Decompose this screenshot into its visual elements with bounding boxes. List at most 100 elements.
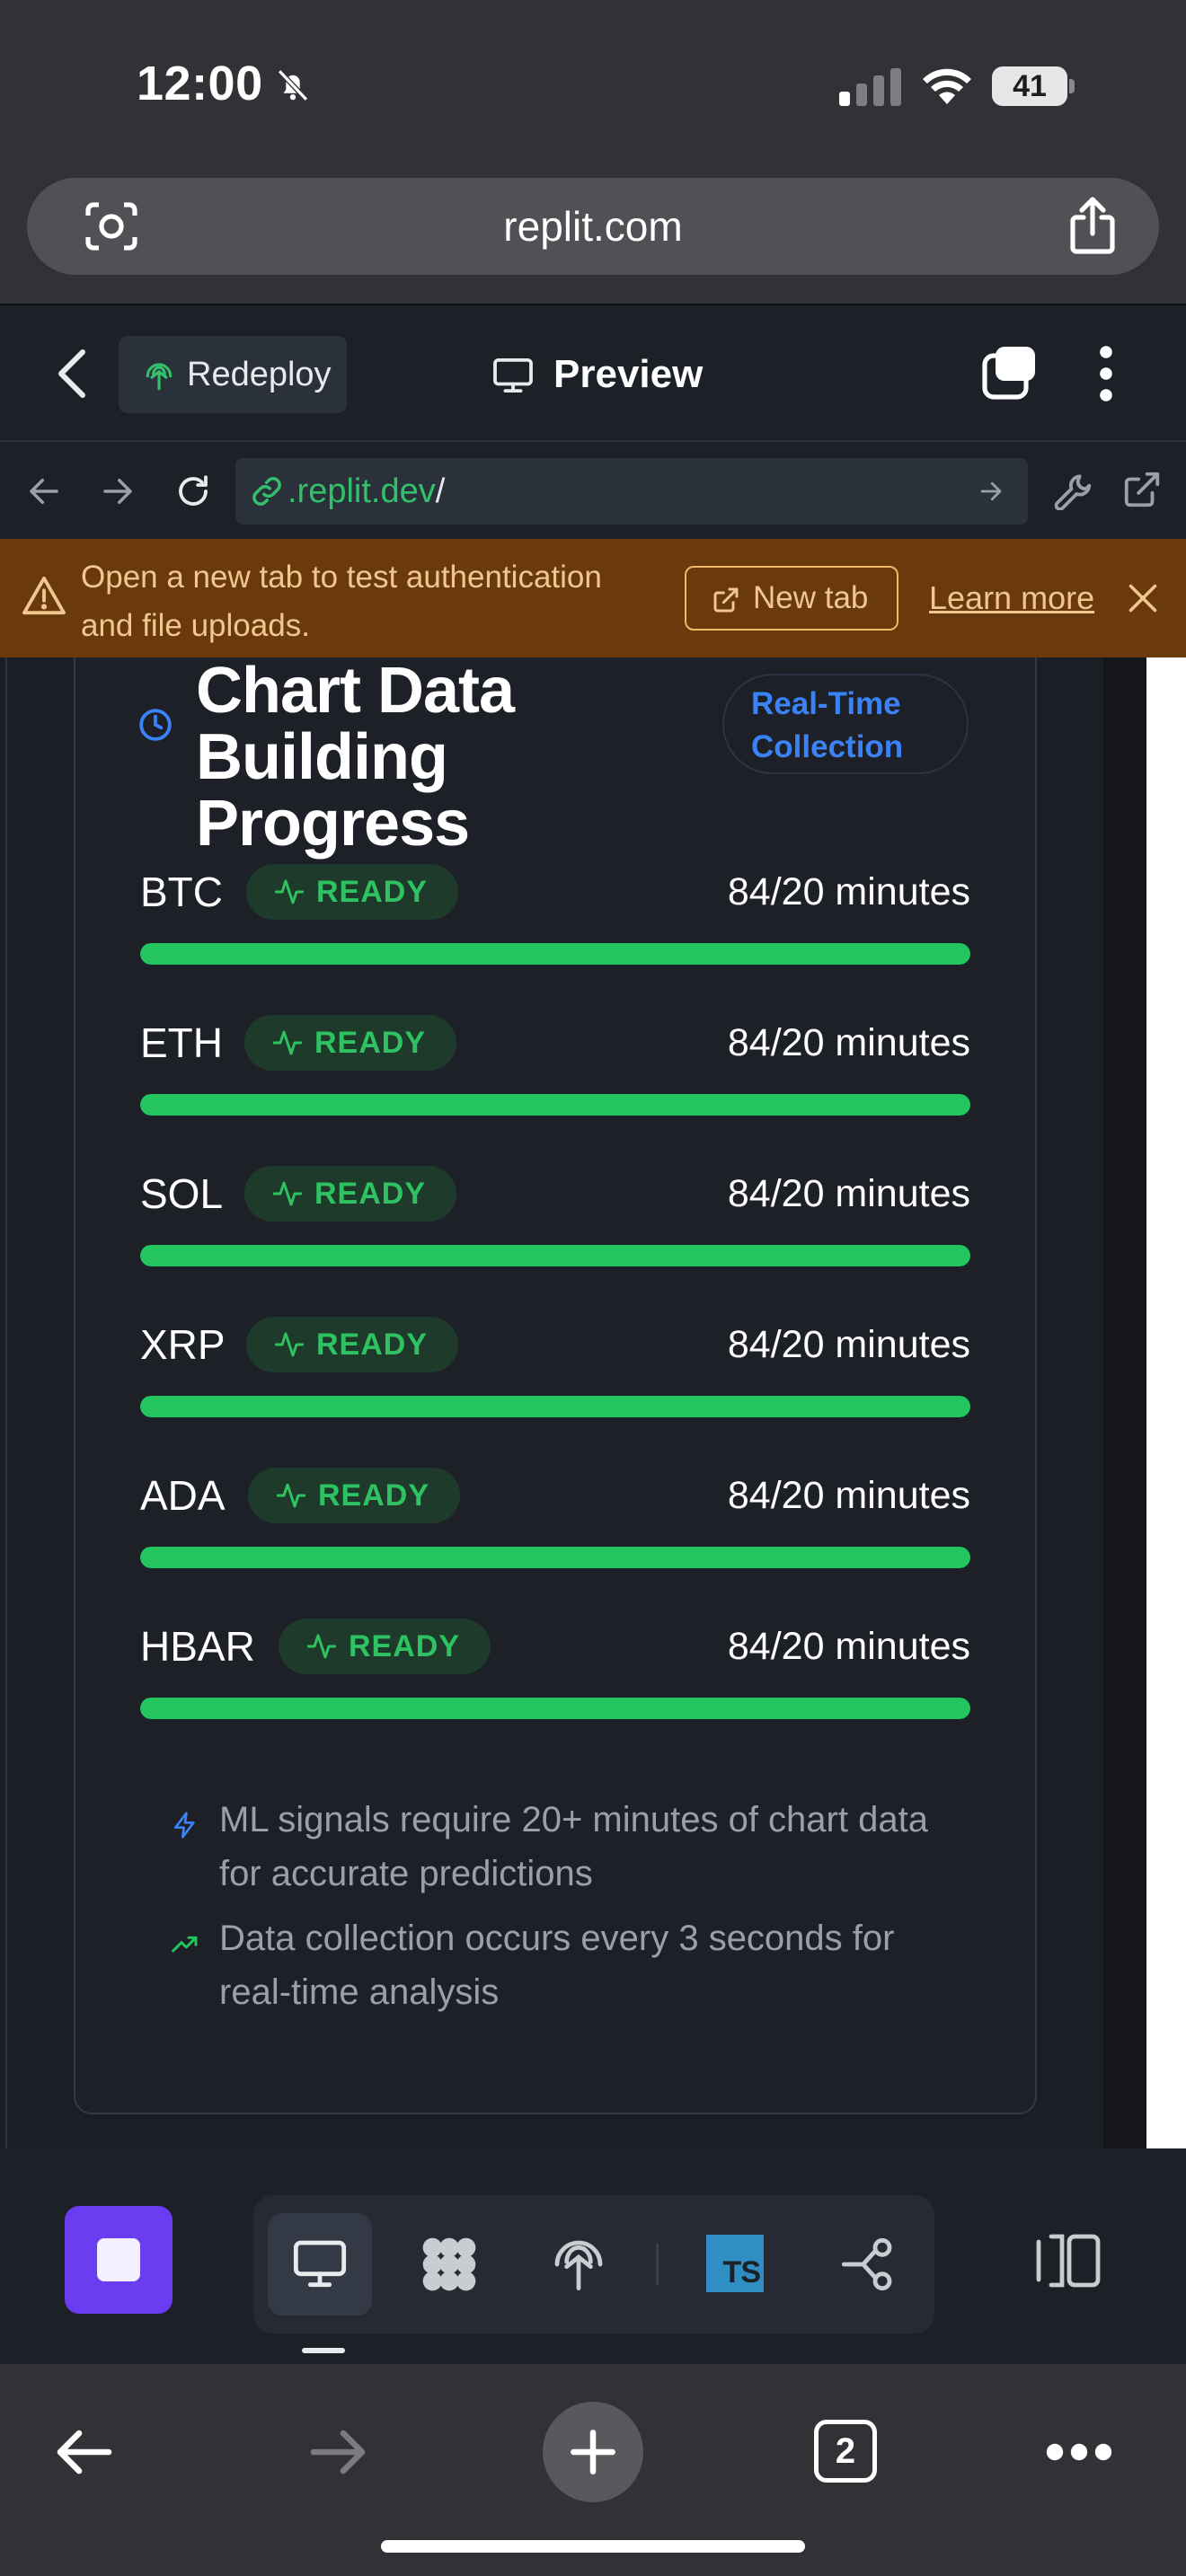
external-link-icon[interactable] [1121,469,1163,510]
ios-status-area: 12:00 41 replit.com [0,0,1186,304]
bell-slash-icon [277,69,309,101]
webview-url-field[interactable]: .replit.dev/ [235,458,1028,525]
learn-more-link[interactable]: Learn more [929,566,1094,631]
coin-row-btc: BTC READY 84/20 minutes [140,859,970,984]
more-horizontal-icon[interactable] [1046,2439,1112,2465]
coin-row-ada: ADA READY 84/20 minutes [140,1462,970,1588]
progress-fill [140,1094,970,1116]
card-title: Chart Data Building Progress [196,657,515,860]
activity-icon [275,879,304,904]
realtime-badge: Real-Time Collection [722,674,969,774]
replit-toolbar: TS [0,2148,1186,2364]
coin-symbol: ETH [140,1019,223,1066]
forward-arrow-icon[interactable] [305,2420,370,2484]
redeploy-label: Redeploy [187,356,332,393]
tool-divider [656,2244,659,2285]
typescript-file-icon[interactable]: TS [706,2235,764,2292]
close-icon[interactable] [1127,582,1159,614]
arrow-left-icon[interactable] [25,472,63,510]
status-badge: READY [246,1317,458,1372]
app-right-gutter [1103,657,1146,2148]
coin-symbol: XRP [140,1321,226,1368]
status-badge: READY [246,864,458,920]
progress-bar [140,1396,970,1417]
stop-button[interactable] [65,2206,173,2314]
coin-symbol: SOL [140,1170,224,1217]
go-arrow-icon[interactable] [978,478,1005,505]
activity-icon [275,1332,304,1357]
status-time: 12:00 [137,57,263,110]
coin-symbol: ADA [140,1472,226,1519]
tool-group: TS [253,2195,934,2333]
link-icon [252,477,281,506]
arrow-right-icon[interactable] [99,472,137,510]
progress-fill [140,943,970,965]
safari-url-text[interactable]: replit.com [27,178,1159,275]
typescript-label: TS [722,2255,761,2289]
status-label: READY [316,1328,429,1362]
tool-git[interactable] [816,2213,920,2316]
plus-icon [571,2430,615,2475]
webview-nav-bar: .replit.dev/ [0,440,1186,539]
status-badge: READY [244,1166,456,1222]
realtime-badge-label: Real-Time Collection [751,686,904,764]
chevron-left-icon[interactable] [56,348,88,399]
status-label: READY [318,1478,430,1513]
split-layout-icon[interactable] [1035,2233,1102,2289]
battery-level: 41 [1013,69,1047,103]
app-right-edge [1146,657,1186,2148]
tool-workflows[interactable] [397,2213,501,2316]
clock-icon [139,709,172,741]
progress-text: 84/20 minutes [727,870,970,913]
warning-triangle-icon [22,576,66,615]
webview-host: .replit.dev [288,472,436,510]
status-label: READY [314,1026,427,1060]
status-badge: READY [248,1468,460,1523]
refresh-icon[interactable] [174,472,212,510]
tabs-switcher-icon[interactable] [981,345,1037,401]
progress-text: 84/20 minutes [727,1021,970,1064]
activity-icon [273,1181,302,1206]
progress-bar [140,1698,970,1719]
safari-bottom-toolbar: 2 [0,2364,1186,2576]
wifi-icon [923,68,971,104]
progress-text: 84/20 minutes [727,1323,970,1366]
redeploy-button[interactable]: Redeploy [119,336,347,413]
progress-fill [140,1547,970,1568]
home-indicator [381,2540,805,2553]
progress-bar [140,1094,970,1116]
tab-count: 2 [835,2431,856,2471]
new-tab-button[interactable]: New tab [685,566,898,631]
progress-text: 84/20 minutes [727,1172,970,1215]
new-tab-button[interactable] [543,2402,643,2502]
tool-preview[interactable] [268,2213,372,2316]
app-preview-area: Chart Data Building Progress Real-Time C… [0,657,1186,2148]
webview-url-text: .replit.dev/ [288,458,445,525]
status-badge: READY [279,1619,491,1674]
webview-path: / [435,472,446,510]
dots-grid-icon [422,2237,476,2291]
banner-message: Open a new tab to test authentication an… [81,560,602,643]
activity-icon [307,1634,336,1659]
git-branch-icon [841,2237,892,2291]
progress-text: 84/20 minutes [727,1474,970,1517]
wrench-icon[interactable] [1053,469,1094,510]
progress-fill [140,1396,970,1417]
share-icon[interactable] [1067,196,1118,255]
coin-row-eth: ETH READY 84/20 minutes [140,1010,970,1135]
replit-header: Redeploy Preview [0,304,1186,440]
safari-address-bar[interactable]: replit.com [27,178,1159,275]
tool-deployments[interactable] [527,2213,631,2316]
active-tool-indicator [302,2348,345,2353]
external-link-icon [713,587,739,613]
back-arrow-icon[interactable] [52,2420,117,2484]
info-note-text: ML signals require 20+ minutes of chart … [219,1800,928,1893]
warning-banner: Open a new tab to test authentication an… [0,539,1186,657]
progress-bar [140,943,970,965]
coin-row-hbar: HBAR READY 84/20 minutes [140,1613,970,1739]
more-vertical-icon[interactable] [1091,345,1121,402]
tabs-button[interactable]: 2 [814,2420,877,2483]
progress-bar [140,1547,970,1568]
progress-text: 84/20 minutes [727,1625,970,1668]
status-label: READY [349,1629,461,1663]
